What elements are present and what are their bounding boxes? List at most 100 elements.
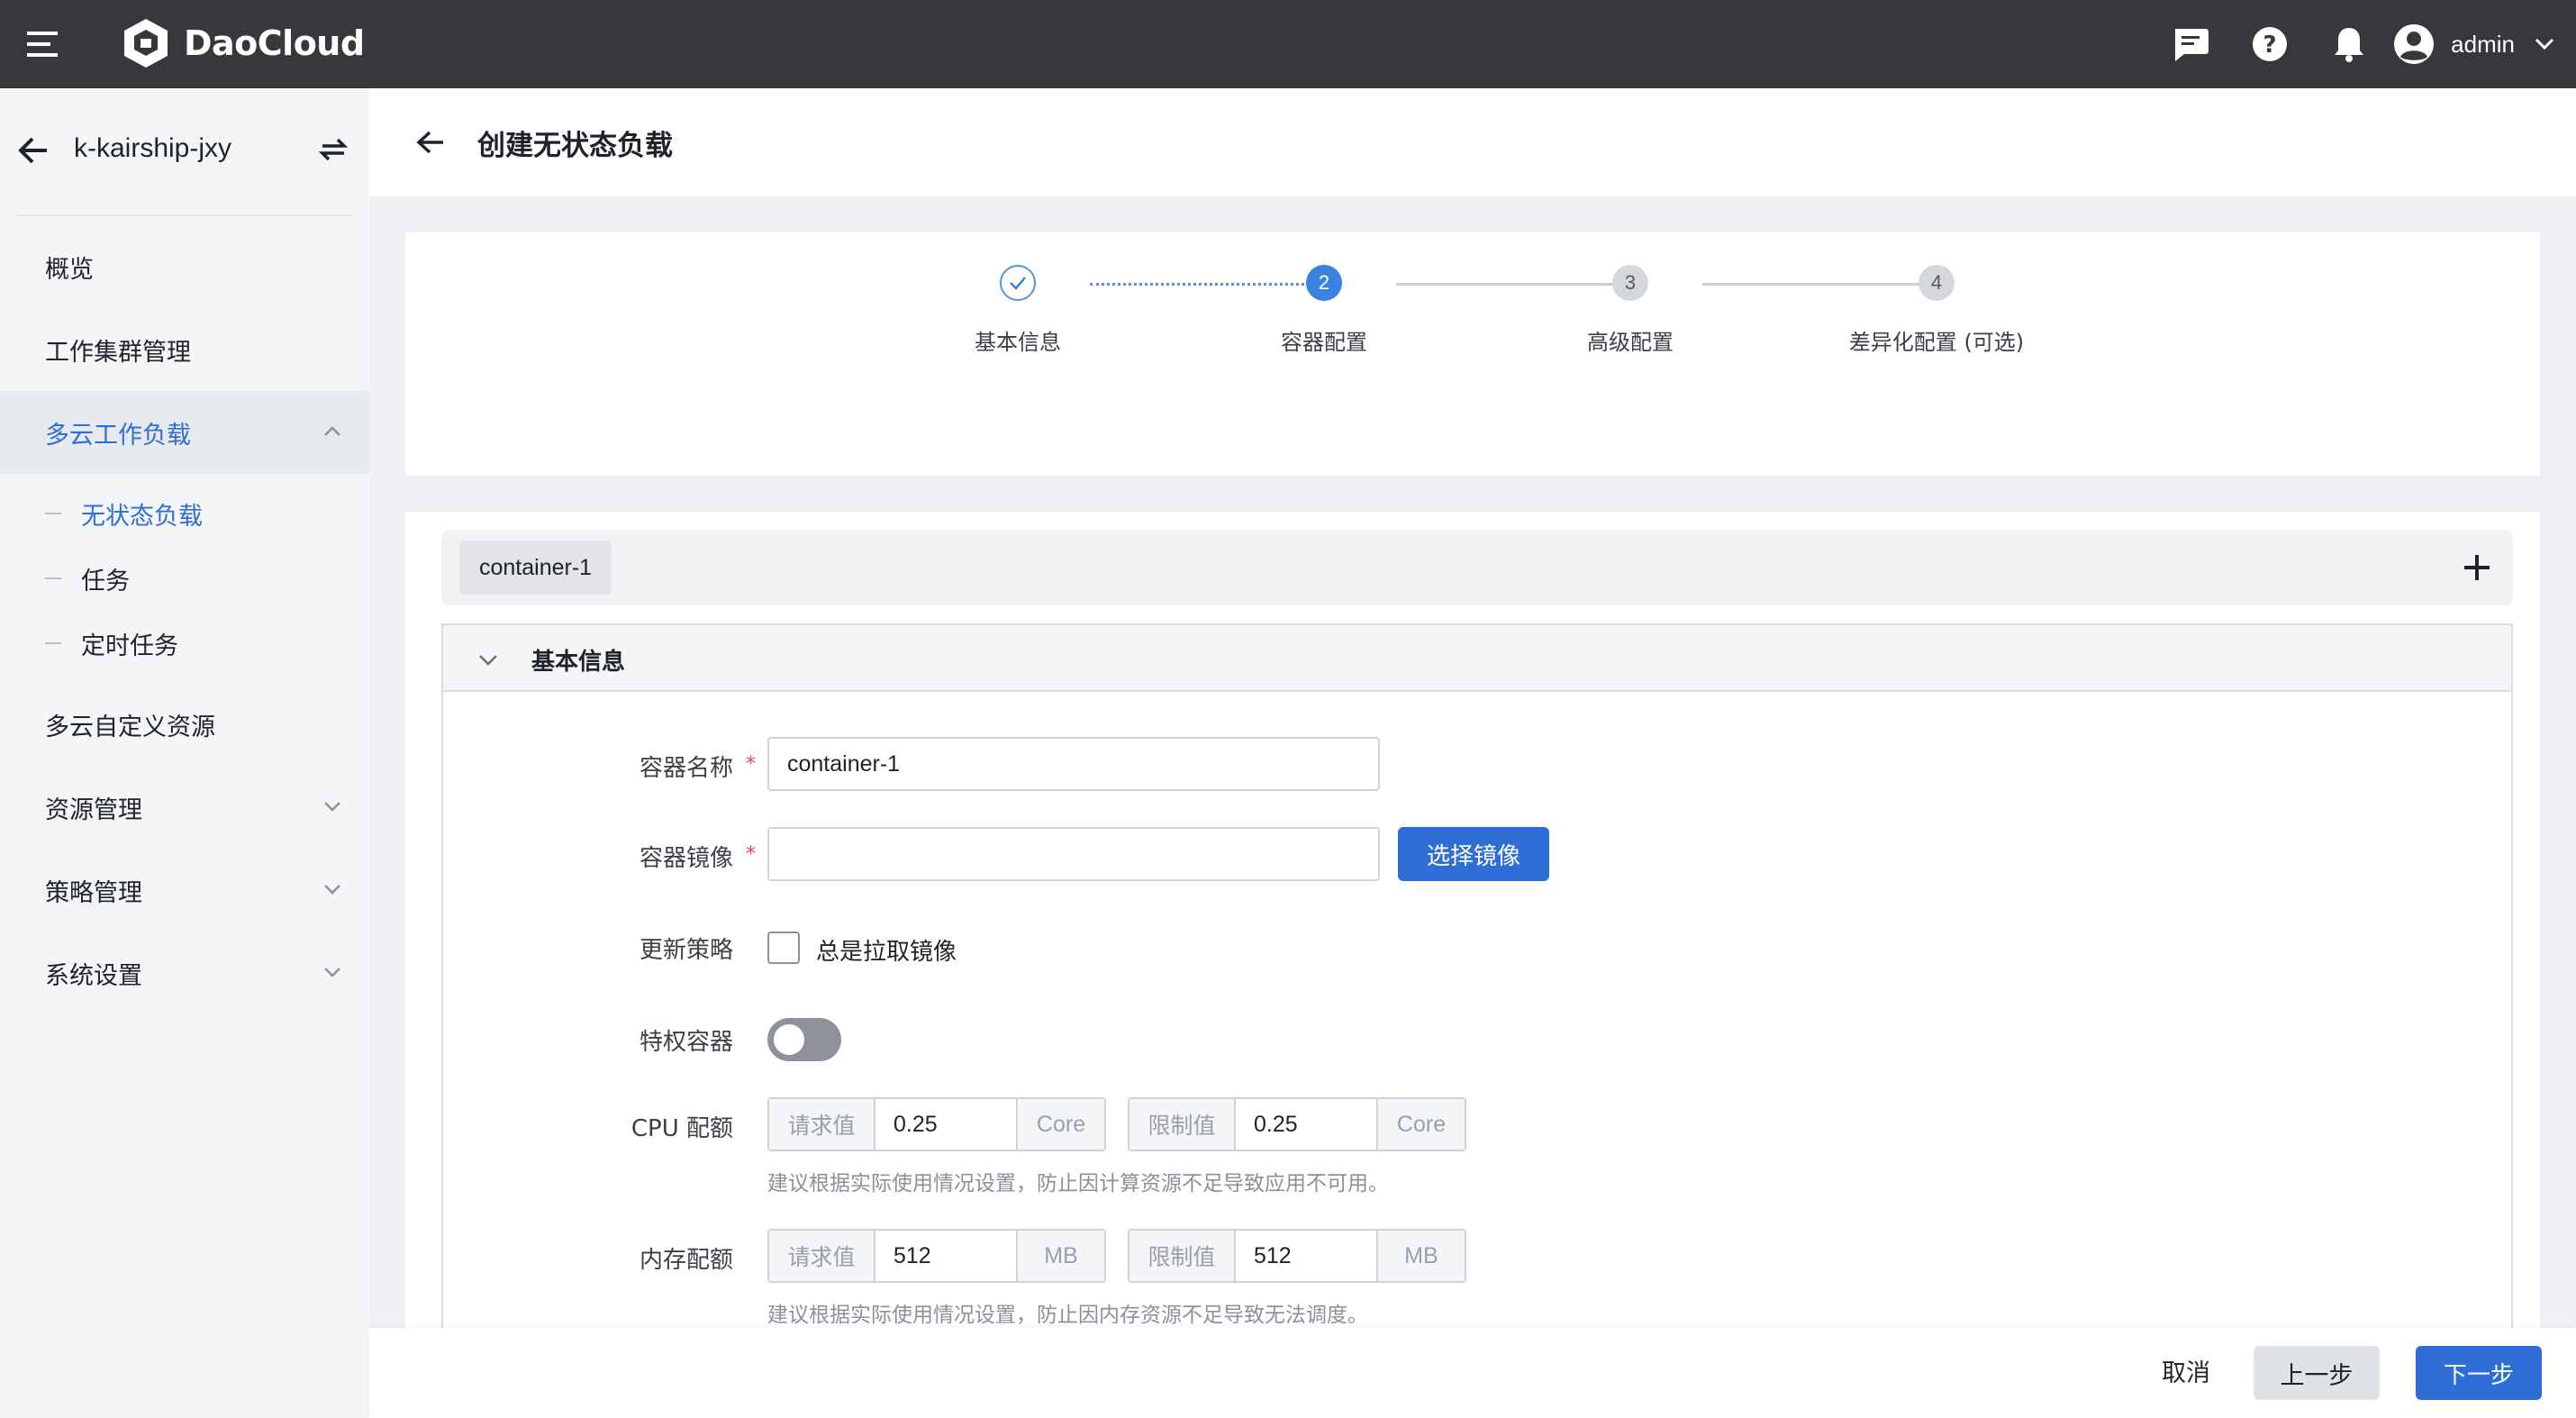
input-prefix: 限制值 — [1129, 1231, 1236, 1281]
switch-cluster-icon[interactable] — [317, 133, 353, 169]
step-number: 2 — [1306, 265, 1342, 301]
menu-icon[interactable] — [25, 29, 61, 59]
step-label: 差异化配置 (可选) — [1848, 330, 2025, 355]
input-suffix: Core — [1376, 1099, 1465, 1150]
sidebar-sub-jobs[interactable]: 任务 — [0, 546, 369, 611]
bell-icon[interactable] — [2328, 23, 2370, 65]
sidebar-sub-label: 无状态负载 — [81, 502, 203, 531]
memory-request-group: 请求值 512 MB — [767, 1229, 1106, 1283]
input-suffix: MB — [1016, 1231, 1104, 1281]
container-config-card: container-1 基本信息 容器名称 * container-1 容器镜像… — [405, 512, 2540, 1384]
step-basic-info[interactable]: 基本信息 — [883, 265, 1153, 356]
chevron-down-icon — [324, 885, 340, 895]
sidebar-sub-label: 任务 — [81, 567, 130, 595]
footer-bar: 取消 上一步 下一步 — [369, 1328, 2576, 1418]
back-arrow-icon[interactable] — [414, 126, 447, 159]
sidebar-item-workloads[interactable]: 多云工作负载 — [0, 391, 369, 474]
user-avatar-icon[interactable] — [2393, 23, 2435, 65]
privileged-toggle[interactable] — [767, 1018, 841, 1061]
input-prefix: 请求值 — [769, 1099, 875, 1150]
sidebar: k-kairship-jxy 概览 工作集群管理 多云工作负载 无状态负载 任务… — [0, 88, 369, 1418]
sidebar-sub-label: 定时任务 — [81, 632, 178, 660]
memory-limit-group: 限制值 512 MB — [1128, 1229, 1466, 1283]
back-arrow-icon[interactable] — [16, 133, 52, 169]
brand-logo[interactable]: DaoCloud — [121, 16, 365, 70]
field-label: 更新策略 — [639, 937, 733, 964]
main-content: 创建无状态负载 基本信息 2 容器配置 3 高级配置 4 差异化配置 (可选) … — [369, 88, 2576, 1418]
chevron-down-icon — [479, 655, 497, 666]
sidebar-item-label: 工作集群管理 — [45, 338, 191, 367]
sidebar-item-label: 多云工作负载 — [45, 421, 191, 450]
cluster-name: k-kairship-jxy — [74, 133, 232, 163]
help-icon[interactable]: ? — [2249, 23, 2290, 65]
basic-info-section: 基本信息 容器名称 * container-1 容器镜像 * 选择镜像 更新策略… — [441, 623, 2513, 1384]
step-label: 容器配置 — [1281, 330, 1367, 355]
input-prefix: 请求值 — [769, 1231, 875, 1281]
sidebar-sub-cronjobs[interactable]: 定时任务 — [0, 611, 369, 676]
field-label: CPU 配额 — [630, 1115, 733, 1142]
cpu-request-input[interactable]: 0.25 — [875, 1099, 1016, 1150]
select-image-button[interactable]: 选择镜像 — [1398, 827, 1549, 881]
sidebar-item-label: 系统设置 — [45, 961, 142, 990]
required-mark: * — [746, 843, 756, 866]
prev-step-button[interactable]: 上一步 — [2254, 1346, 2380, 1400]
container-image-input[interactable] — [767, 827, 1380, 881]
cpu-hint: 建议根据实际使用情况设置，防止因计算资源不足导致应用不可用。 — [767, 1172, 1389, 1195]
memory-limit-input[interactable]: 512 — [1236, 1231, 1376, 1281]
sidebar-item-settings[interactable]: 系统设置 — [0, 932, 369, 1014]
step-number: 3 — [1612, 265, 1648, 301]
page-header: 创建无状态负载 — [369, 88, 2576, 196]
sidebar-item-label: 策略管理 — [45, 878, 142, 907]
sidebar-item-label: 概览 — [45, 255, 94, 284]
brand-name: DaoCloud — [184, 23, 365, 63]
step-label: 基本信息 — [975, 330, 1061, 355]
step-label: 高级配置 — [1587, 330, 1673, 355]
chevron-down-icon — [324, 802, 340, 812]
container-tab[interactable]: container-1 — [459, 541, 612, 595]
daocloud-logo-icon — [124, 19, 168, 68]
always-pull-checkbox[interactable] — [767, 932, 800, 964]
sidebar-sub-deployments[interactable]: 无状态负载 — [0, 481, 369, 546]
cancel-button[interactable]: 取消 — [2162, 1353, 2210, 1388]
message-icon[interactable] — [2170, 23, 2211, 65]
plus-icon[interactable] — [2457, 548, 2497, 587]
step-override-config[interactable]: 4 差异化配置 (可选) — [1801, 265, 2072, 356]
memory-request-input[interactable]: 512 — [875, 1231, 1016, 1281]
wizard-steps: 基本信息 2 容器配置 3 高级配置 4 差异化配置 (可选) — [405, 232, 2540, 476]
page-title: 创建无状态负载 — [477, 130, 673, 162]
chevron-down-icon[interactable] — [2531, 23, 2558, 65]
sidebar-item-policies[interactable]: 策略管理 — [0, 849, 369, 932]
step-container-config[interactable]: 2 容器配置 — [1189, 265, 1459, 356]
field-label: 容器镜像 — [639, 845, 733, 872]
step-number: 4 — [1918, 265, 1955, 301]
chevron-up-icon — [324, 426, 340, 436]
cpu-request-group: 请求值 0.25 Core — [767, 1097, 1106, 1151]
memory-hint: 建议根据实际使用情况设置，防止因内存资源不足导致无法调度。 — [767, 1304, 1368, 1327]
input-suffix: Core — [1016, 1099, 1104, 1150]
field-label: 特权容器 — [639, 1029, 733, 1056]
step-advanced-config[interactable]: 3 高级配置 — [1495, 265, 1765, 356]
cluster-header: k-kairship-jxy — [16, 88, 353, 216]
required-mark: * — [746, 753, 756, 776]
checkbox-label: 总是拉取镜像 — [816, 939, 957, 966]
section-header[interactable]: 基本信息 — [443, 625, 2511, 692]
user-name[interactable]: admin — [2451, 31, 2515, 59]
sidebar-item-label: 资源管理 — [45, 795, 142, 824]
sidebar-item-clusters[interactable]: 工作集群管理 — [0, 308, 369, 391]
check-icon — [1000, 265, 1036, 301]
sidebar-item-resources[interactable]: 资源管理 — [0, 766, 369, 849]
sidebar-item-label: 多云自定义资源 — [45, 713, 215, 741]
chevron-down-icon — [324, 968, 340, 977]
section-title: 基本信息 — [531, 649, 626, 676]
field-label: 容器名称 — [639, 755, 733, 782]
top-bar: DaoCloud ? admin — [0, 0, 2576, 88]
next-step-button[interactable]: 下一步 — [2416, 1346, 2542, 1400]
cpu-limit-input[interactable]: 0.25 — [1236, 1099, 1376, 1150]
sidebar-item-overview[interactable]: 概览 — [0, 225, 369, 308]
input-prefix: 限制值 — [1129, 1099, 1236, 1150]
container-tabs: container-1 — [441, 530, 2513, 605]
cpu-limit-group: 限制值 0.25 Core — [1128, 1097, 1466, 1151]
sidebar-item-custom-resources[interactable]: 多云自定义资源 — [0, 683, 369, 766]
container-name-input[interactable]: container-1 — [767, 737, 1380, 791]
input-suffix: MB — [1376, 1231, 1465, 1281]
